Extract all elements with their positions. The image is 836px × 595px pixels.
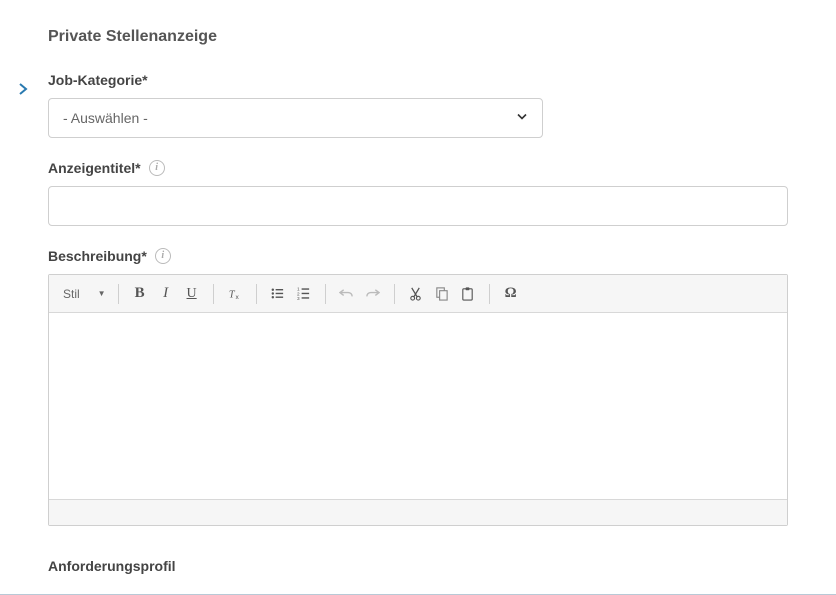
remove-format-button[interactable]: Tx bbox=[222, 281, 248, 307]
cut-button[interactable] bbox=[403, 281, 429, 307]
section-expand-chevron-icon[interactable] bbox=[18, 82, 28, 98]
rte-toolbar: Stil ▼ B I U Tx 123 bbox=[49, 275, 787, 313]
label-job-category: Job-Kategorie* bbox=[48, 72, 148, 88]
rte-status-bar bbox=[49, 499, 787, 525]
svg-text:x: x bbox=[236, 294, 240, 301]
caret-down-icon: ▼ bbox=[98, 289, 106, 298]
undo-button[interactable] bbox=[334, 281, 360, 307]
label-job-category-text: Job-Kategorie* bbox=[48, 72, 148, 88]
bold-button[interactable]: B bbox=[127, 281, 153, 307]
label-requirements: Anforderungsprofil bbox=[48, 558, 788, 574]
field-job-category: Job-Kategorie* - Auswählen - bbox=[48, 72, 788, 138]
select-job-category[interactable]: - Auswählen - bbox=[48, 98, 543, 138]
label-ad-title-text: Anzeigentitel* bbox=[48, 160, 141, 176]
toolbar-separator bbox=[394, 284, 395, 304]
field-description: Beschreibung* i Stil ▼ B I U Tx bbox=[48, 248, 788, 526]
select-job-category-value[interactable]: - Auswählen - bbox=[48, 98, 543, 138]
rte-content-area[interactable] bbox=[49, 313, 787, 499]
rte-style-dropdown[interactable]: Stil ▼ bbox=[59, 287, 110, 301]
underline-button[interactable]: U bbox=[179, 281, 205, 307]
italic-button[interactable]: I bbox=[153, 281, 179, 307]
paste-button[interactable] bbox=[455, 281, 481, 307]
rich-text-editor: Stil ▼ B I U Tx 123 bbox=[48, 274, 788, 526]
toolbar-separator bbox=[325, 284, 326, 304]
field-ad-title: Anzeigentitel* i bbox=[48, 160, 788, 226]
label-description: Beschreibung* i bbox=[48, 248, 171, 264]
form-page: Private Stellenanzeige Job-Kategorie* - … bbox=[0, 0, 836, 595]
info-icon[interactable]: i bbox=[149, 160, 165, 176]
toolbar-separator bbox=[118, 284, 119, 304]
svg-text:3: 3 bbox=[297, 296, 300, 301]
redo-button[interactable] bbox=[360, 281, 386, 307]
toolbar-separator bbox=[213, 284, 214, 304]
section-title: Private Stellenanzeige bbox=[48, 28, 788, 46]
info-icon[interactable]: i bbox=[155, 248, 171, 264]
input-ad-title[interactable] bbox=[48, 186, 788, 226]
toolbar-separator bbox=[489, 284, 490, 304]
label-description-text: Beschreibung* bbox=[48, 248, 147, 264]
label-ad-title: Anzeigentitel* i bbox=[48, 160, 165, 176]
special-char-button[interactable]: Ω bbox=[498, 281, 524, 307]
bullet-list-button[interactable] bbox=[265, 281, 291, 307]
copy-button[interactable] bbox=[429, 281, 455, 307]
numbered-list-button[interactable]: 123 bbox=[291, 281, 317, 307]
rte-style-label: Stil bbox=[63, 287, 80, 301]
toolbar-separator bbox=[256, 284, 257, 304]
